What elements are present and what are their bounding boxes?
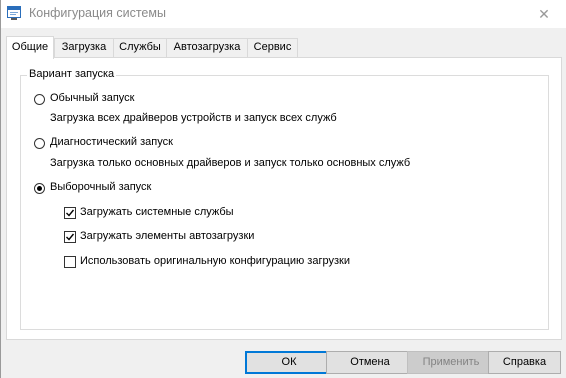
msconfig-icon: [7, 6, 21, 20]
load-system-services-checkbox[interactable]: [64, 207, 76, 219]
selective-startup-radio[interactable]: [34, 183, 45, 194]
load-startup-items-checkbox[interactable]: [64, 231, 76, 243]
help-button[interactable]: Справка: [488, 351, 561, 374]
close-icon: ✕: [538, 6, 550, 22]
tab-panel-general: Вариант запуска Обычный запуск Загрузка …: [6, 57, 562, 340]
group-title: Вариант запуска: [27, 68, 117, 80]
load-system-services-label[interactable]: Загружать системные службы: [80, 206, 234, 218]
load-startup-items-label[interactable]: Загружать элементы автозагрузки: [80, 230, 254, 242]
diagnostic-startup-radio[interactable]: [34, 138, 45, 149]
normal-startup-radio[interactable]: [34, 94, 45, 105]
cancel-button[interactable]: Отмена: [326, 351, 414, 374]
title-bar: Конфигурация системы ✕: [1, 0, 566, 28]
tab-startup[interactable]: Автозагрузка: [166, 38, 248, 57]
tab-general[interactable]: Общие: [6, 36, 54, 59]
ok-button[interactable]: ОК: [245, 351, 333, 374]
apply-button[interactable]: Применить: [407, 351, 495, 374]
normal-startup-label[interactable]: Обычный запуск: [50, 92, 134, 104]
use-original-boot-config-checkbox[interactable]: [64, 256, 76, 268]
tab-services[interactable]: Службы: [113, 38, 167, 57]
startup-selection-group: Вариант запуска Обычный запуск Загрузка …: [20, 68, 549, 330]
checkmark-icon: [66, 233, 75, 241]
window-title: Конфигурация системы: [29, 6, 166, 20]
normal-startup-description: Загрузка всех драйверов устройств и запу…: [50, 112, 337, 124]
system-configuration-window: Конфигурация системы ✕ Общие Загрузка Сл…: [0, 0, 566, 378]
tab-tools[interactable]: Сервис: [247, 38, 298, 57]
close-button[interactable]: ✕: [521, 0, 566, 28]
checkmark-icon: [66, 209, 75, 217]
diagnostic-startup-label[interactable]: Диагностический запуск: [50, 136, 173, 148]
tab-boot[interactable]: Загрузка: [54, 38, 114, 57]
diagnostic-startup-description: Загрузка только основных драйверов и зап…: [50, 157, 411, 169]
use-original-boot-config-label[interactable]: Использовать оригинальную конфигурацию з…: [80, 255, 350, 267]
selective-startup-label[interactable]: Выборочный запуск: [50, 181, 151, 193]
